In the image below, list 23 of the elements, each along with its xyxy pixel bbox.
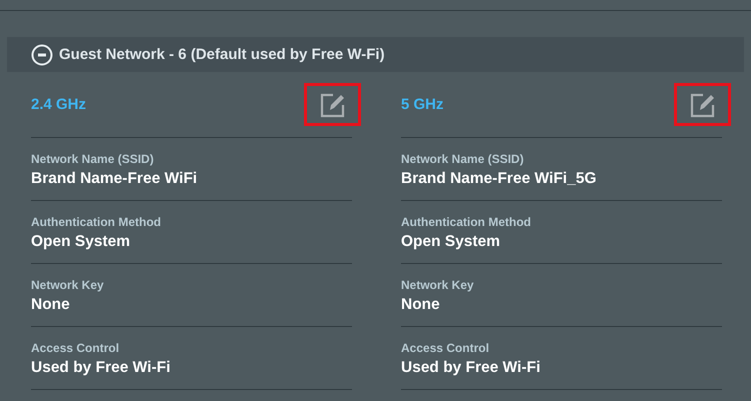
collapse-icon[interactable] xyxy=(31,44,53,66)
field-value: Used by Free Wi-Fi xyxy=(31,359,172,377)
field-value: None xyxy=(401,296,441,314)
field-value: Open System xyxy=(401,233,502,251)
field-value: Brand Name-Free WiFi_5G xyxy=(401,170,598,188)
section-header[interactable]: Guest Network - 6 (Default used by Free W-Fi) xyxy=(7,37,744,72)
field-label: Access Control xyxy=(31,341,120,355)
field-value: None xyxy=(31,296,71,314)
band-title: 5 GHz xyxy=(401,96,444,113)
field-label: Authentication Method xyxy=(401,215,532,229)
edit-button[interactable] xyxy=(304,83,361,126)
field-value: Brand Name-Free WiFi xyxy=(31,170,198,188)
field-value: Used by Free Wi-Fi xyxy=(401,359,542,377)
band-title: 2.4 GHz xyxy=(31,96,86,113)
edit-button[interactable] xyxy=(674,83,731,126)
field-label: Network Key xyxy=(401,278,475,292)
field-value: Open System xyxy=(31,233,132,251)
section-title: Guest Network - 6 (Default used by Free W-Fi) xyxy=(59,46,385,63)
field-label: Access Control xyxy=(401,341,490,355)
field-label: Network Key xyxy=(31,278,105,292)
field-label: Network Name (SSID) xyxy=(31,152,155,166)
field-label: Authentication Method xyxy=(31,215,162,229)
field-label: Network Name (SSID) xyxy=(401,152,525,166)
